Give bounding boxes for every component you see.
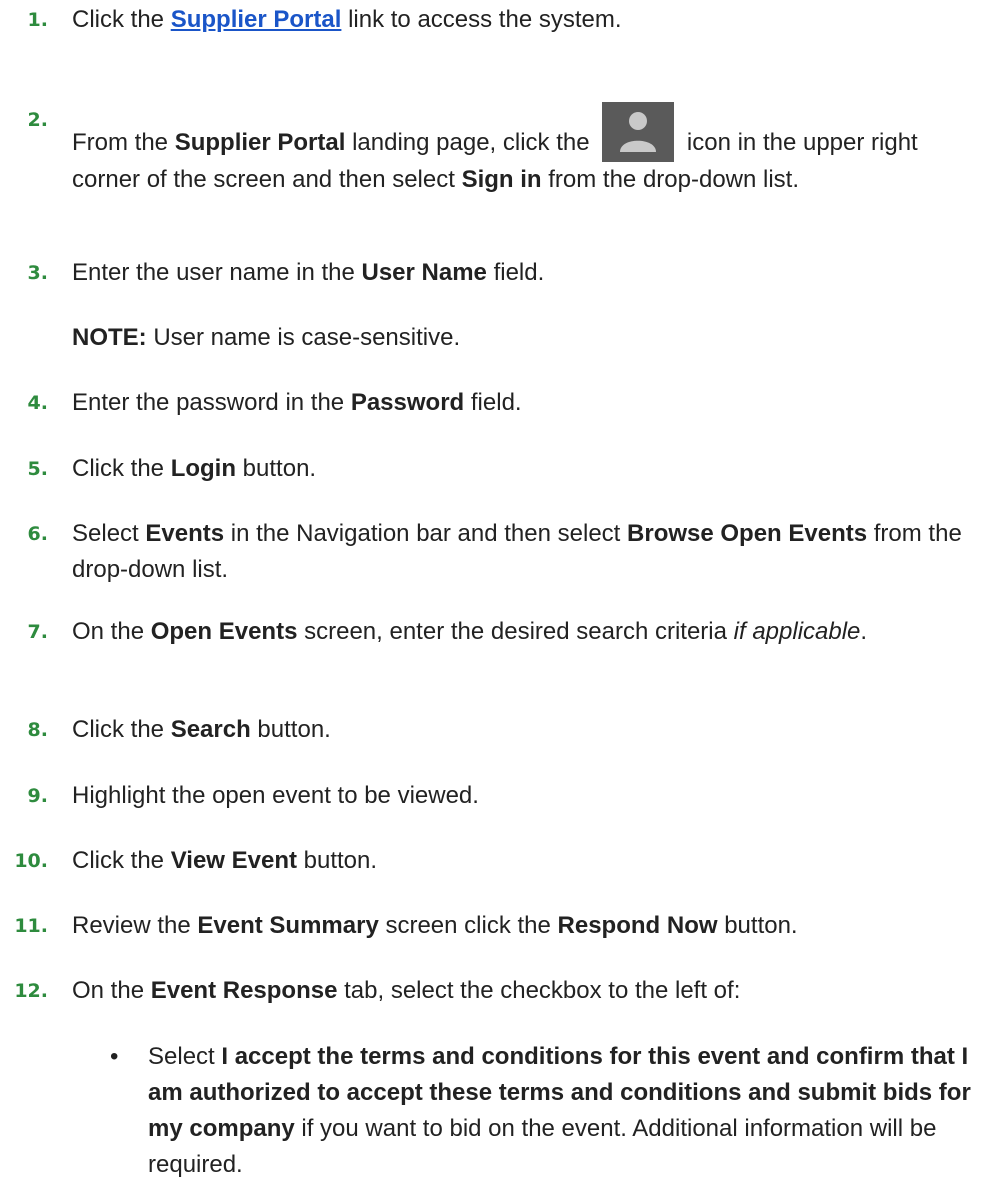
bullet-text: Select I accept the terms and conditions…	[148, 1043, 971, 1178]
step-number: 2.	[27, 109, 48, 131]
step-text: Select Events in the Navigation bar and …	[72, 520, 962, 583]
step-number: 8.	[27, 719, 48, 741]
step-text: On the Open Events screen, enter the des…	[72, 618, 868, 645]
step-text: Click the Login button.	[72, 455, 317, 482]
step-text: Click the Supplier Portal link to access…	[72, 6, 622, 33]
step-number: 5.	[27, 458, 48, 480]
supplier-portal-link[interactable]: Supplier Portal	[171, 6, 342, 33]
step-text: Review the Event Summary screen click th…	[72, 912, 798, 939]
step-number: 12.	[14, 980, 48, 1002]
step-text: Enter the password in the Password field…	[72, 389, 522, 416]
step-text: Enter the user name in the User Name fie…	[72, 259, 545, 286]
bullet-dot: •	[110, 1043, 119, 1070]
step-number: 9.	[27, 785, 48, 807]
step-number: 4.	[27, 392, 48, 414]
user-icon	[602, 102, 675, 162]
step-text: Click the Search button.	[72, 716, 331, 743]
step-text: From the Supplier Portal landing page, c…	[72, 102, 984, 198]
step-number: 1.	[27, 9, 48, 31]
step-note: NOTE: User name is case-sensitive.	[72, 324, 461, 351]
step-text: Click the View Event button.	[72, 847, 378, 874]
step-number: 6.	[27, 523, 48, 545]
step-number: 7.	[27, 621, 48, 643]
step-text: Highlight the open event to be viewed.	[72, 782, 479, 809]
step-number: 3.	[27, 262, 48, 284]
step-number: 10.	[14, 850, 48, 872]
step-text: On the Event Response tab, select the ch…	[72, 977, 741, 1004]
step-number: 11.	[14, 915, 48, 937]
